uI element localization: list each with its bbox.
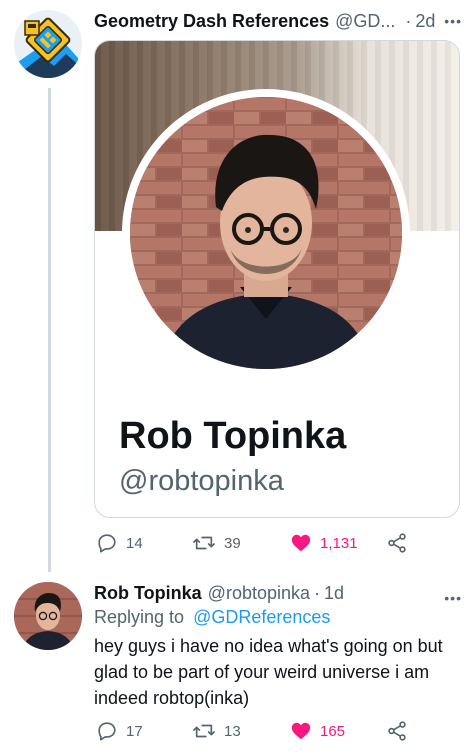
retweet-count: 39 [224,534,241,552]
tweet1-header: Geometry Dash References @GD... · 2d [94,9,464,33]
like-button[interactable]: 1,131 [290,532,386,554]
retweet-count: 13 [224,722,241,740]
separator-dot: · [405,10,412,31]
like-count: 1,131 [320,534,358,552]
profile-card-image[interactable]: Rob Topinka @robtopinka [94,40,460,518]
more-icon[interactable]: ••• [444,590,462,606]
share-icon [388,533,406,553]
reply-icon [98,722,116,741]
replying-to-prefix: Replying to [94,607,185,627]
tweet1-actions: 14 39 1,131 [96,532,408,554]
card-profile-handle: @robtopinka [119,465,284,497]
reply-count: 14 [126,534,143,552]
tweet2-timestamp[interactable]: 1d [324,583,344,604]
share-button[interactable] [386,720,408,742]
rob-topinka-avatar[interactable] [14,582,82,650]
tweet2-actions: 17 13 165 [96,720,408,742]
tweet1-author-handle[interactable]: @GD... [335,11,395,32]
replying-to-mention-link[interactable]: @GDReferences [193,607,330,627]
retweet-icon [193,724,215,738]
retweet-button[interactable]: 39 [192,532,290,554]
retweet-button[interactable]: 13 [192,720,290,742]
reply-button[interactable]: 17 [96,720,192,742]
replying-to-line: Replying to @GDReferences [94,607,330,628]
tweet1-timestamp[interactable]: 2d [415,11,435,32]
reply-icon [98,534,116,553]
card-profile-name: Rob Topinka [119,415,347,457]
like-count: 165 [320,722,346,740]
like-button[interactable]: 165 [290,720,386,742]
gd-references-avatar[interactable] [14,10,82,78]
card-avatar-photo [130,97,402,369]
separator-dot: · [314,583,321,603]
tweet2-author-handle[interactable]: @robtopinka [208,583,310,604]
share-icon [388,721,406,741]
geometry-dash-logo-icon [14,10,82,78]
more-icon[interactable]: ••• [444,14,462,28]
tweet2-body-text: hey guys i have no idea what's going on … [94,636,443,708]
share-button[interactable] [386,532,408,554]
tweet2-header: Rob Topinka @robtopinka · 1d [94,583,344,604]
tweet2-author-name[interactable]: Rob Topinka [94,583,202,604]
reply-count: 17 [126,722,143,740]
like-heart-icon [291,534,311,552]
retweet-icon [193,536,215,550]
thread-connector-line [48,88,51,572]
like-heart-icon [291,722,311,740]
reply-button[interactable]: 14 [96,532,192,554]
tweet1-author-name[interactable]: Geometry Dash References [94,11,329,32]
